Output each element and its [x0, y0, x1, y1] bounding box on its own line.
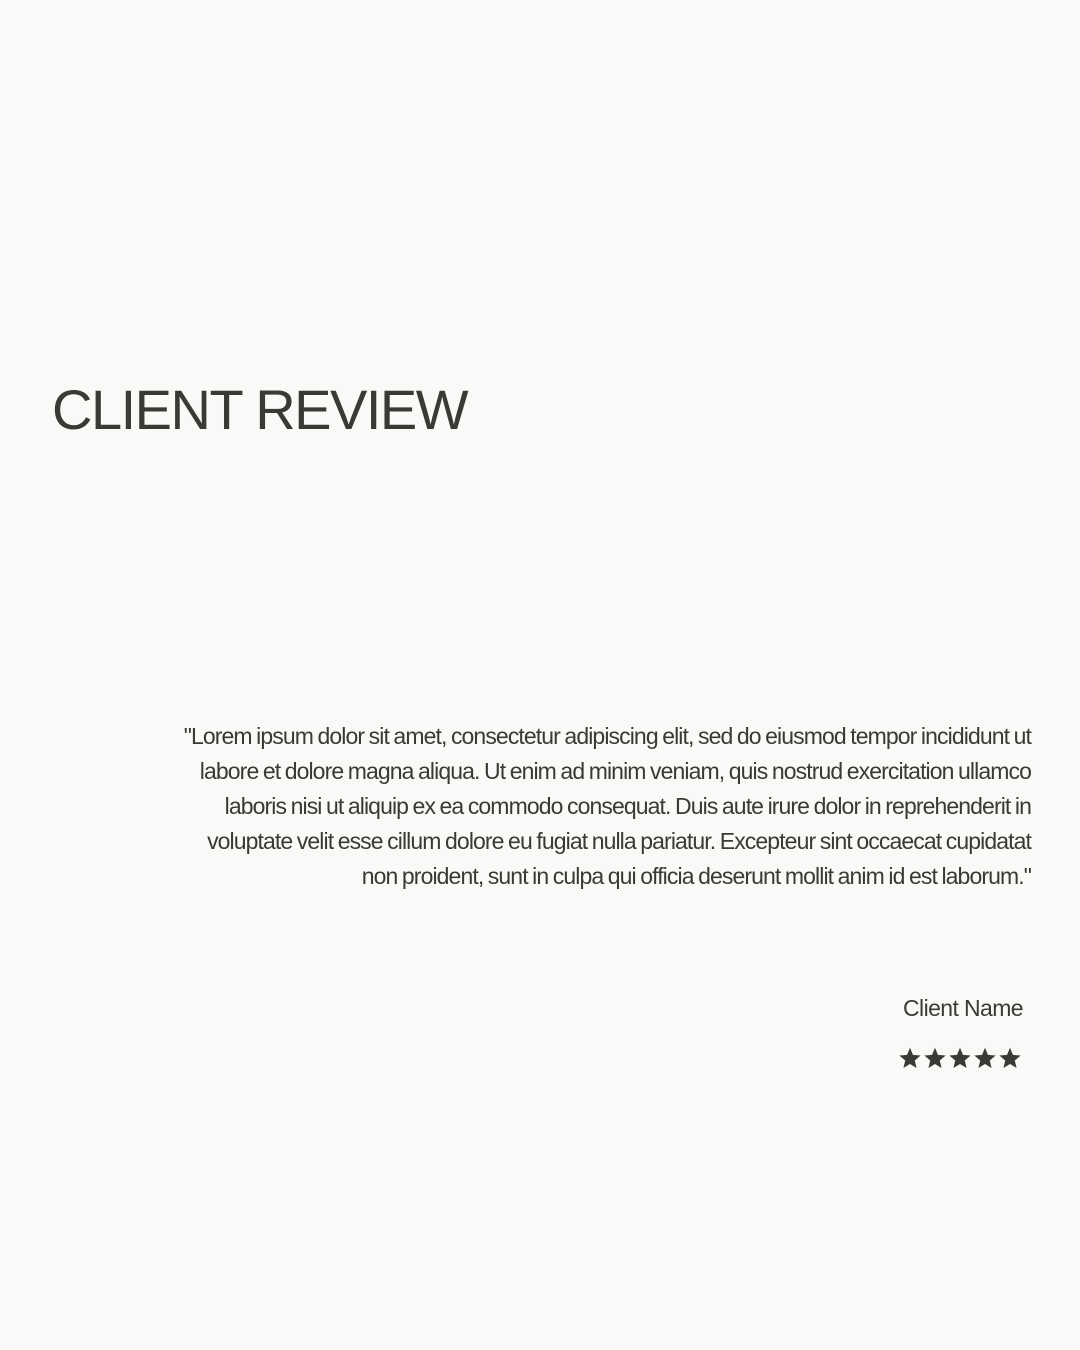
client-review-card: CLIENT REVIEW "Lorem ipsum dolor sit ame… [0, 0, 1080, 1350]
star-icon [923, 1046, 947, 1070]
star-icon [973, 1046, 997, 1070]
page-title: CLIENT REVIEW [52, 378, 469, 441]
client-name: Client Name [903, 995, 1024, 1021]
star-rating [898, 1046, 1022, 1070]
star-icon [898, 1046, 922, 1070]
review-quote: "Lorem ipsum dolor sit amet, consectetur… [183, 723, 1032, 889]
star-icon [998, 1046, 1022, 1070]
star-icon [948, 1046, 972, 1070]
